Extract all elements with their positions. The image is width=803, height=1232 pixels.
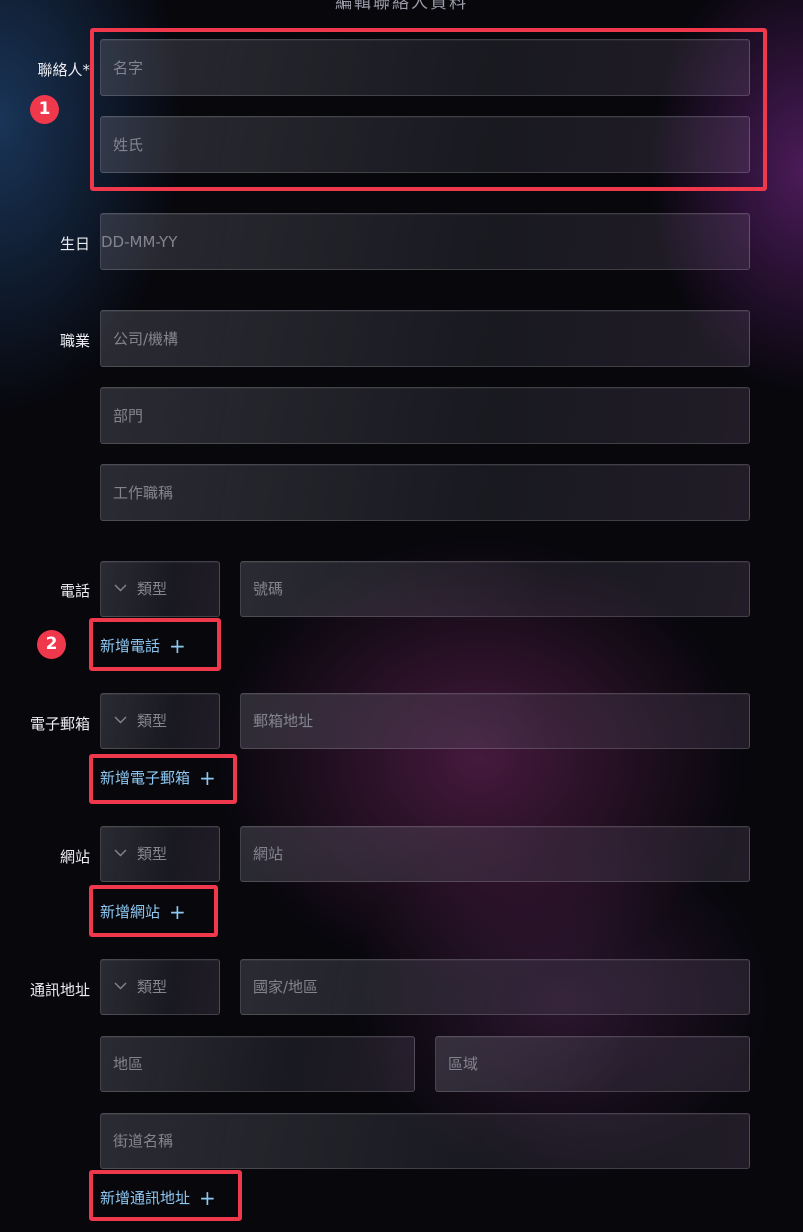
street-input[interactable] <box>101 1114 749 1168</box>
website-type-value: 類型 <box>137 845 168 863</box>
phone-number-field[interactable] <box>240 561 750 617</box>
plus-icon: + <box>169 634 186 658</box>
plus-icon: + <box>199 1186 216 1210</box>
address-type-select[interactable]: 類型 <box>100 959 220 1015</box>
region-input[interactable] <box>101 1037 414 1091</box>
job-label: 職業 <box>59 332 90 350</box>
company-input[interactable] <box>101 311 749 366</box>
department-field[interactable] <box>100 387 750 444</box>
add-address-label: 新增通訊地址 <box>100 1189 191 1207</box>
page-title: 編輯聯絡人資料 <box>335 0 468 13</box>
add-website-label: 新增網站 <box>100 903 161 921</box>
website-url-field[interactable] <box>240 826 750 882</box>
chevron-down-icon <box>114 716 127 724</box>
birthday-label: 生日 <box>59 235 90 253</box>
job-title-input[interactable] <box>101 465 749 520</box>
add-email-label: 新增電子郵箱 <box>100 769 191 787</box>
first-name-input[interactable] <box>101 40 749 95</box>
add-phone-label: 新增電話 <box>100 637 161 655</box>
website-type-select[interactable]: 類型 <box>100 826 220 882</box>
contact-label: 聯絡人* <box>37 61 90 79</box>
add-address-button[interactable]: 新增通訊地址 + <box>100 1187 216 1208</box>
address-type-value: 類型 <box>137 978 168 996</box>
phone-number-input[interactable] <box>241 562 749 616</box>
annotation-badge-1: 1 <box>30 95 59 124</box>
region-field[interactable] <box>100 1036 415 1092</box>
phone-type-select[interactable]: 類型 <box>100 561 220 617</box>
job-title-field[interactable] <box>100 464 750 521</box>
chevron-down-icon <box>114 982 127 990</box>
chevron-down-icon <box>114 849 127 857</box>
email-type-select[interactable]: 類型 <box>100 693 220 749</box>
last-name-input[interactable] <box>101 117 749 172</box>
plus-icon: + <box>199 766 216 790</box>
website-label: 網站 <box>59 848 90 866</box>
phone-type-value: 類型 <box>137 580 168 598</box>
chevron-down-icon <box>114 584 127 592</box>
email-address-input[interactable] <box>241 694 749 748</box>
annotation-badge-2: 2 <box>37 630 66 659</box>
add-phone-button[interactable]: 新增電話 + <box>100 635 186 656</box>
country-input[interactable] <box>241 960 749 1014</box>
email-type-value: 類型 <box>137 712 168 730</box>
last-name-field[interactable] <box>100 116 750 173</box>
plus-icon: + <box>169 900 186 924</box>
first-name-field[interactable] <box>100 39 750 96</box>
birthday-field[interactable] <box>100 213 750 270</box>
district-field[interactable] <box>435 1036 750 1092</box>
birthday-input[interactable] <box>101 214 749 269</box>
country-field[interactable] <box>240 959 750 1015</box>
address-label: 通訊地址 <box>29 981 90 999</box>
website-url-input[interactable] <box>241 827 749 881</box>
email-label: 電子郵箱 <box>29 715 90 733</box>
department-input[interactable] <box>101 388 749 443</box>
email-address-field[interactable] <box>240 693 750 749</box>
district-input[interactable] <box>436 1037 749 1091</box>
phone-label: 電話 <box>59 582 90 600</box>
company-field[interactable] <box>100 310 750 367</box>
street-field[interactable] <box>100 1113 750 1169</box>
add-email-button[interactable]: 新增電子郵箱 + <box>100 767 216 788</box>
add-website-button[interactable]: 新增網站 + <box>100 901 186 922</box>
